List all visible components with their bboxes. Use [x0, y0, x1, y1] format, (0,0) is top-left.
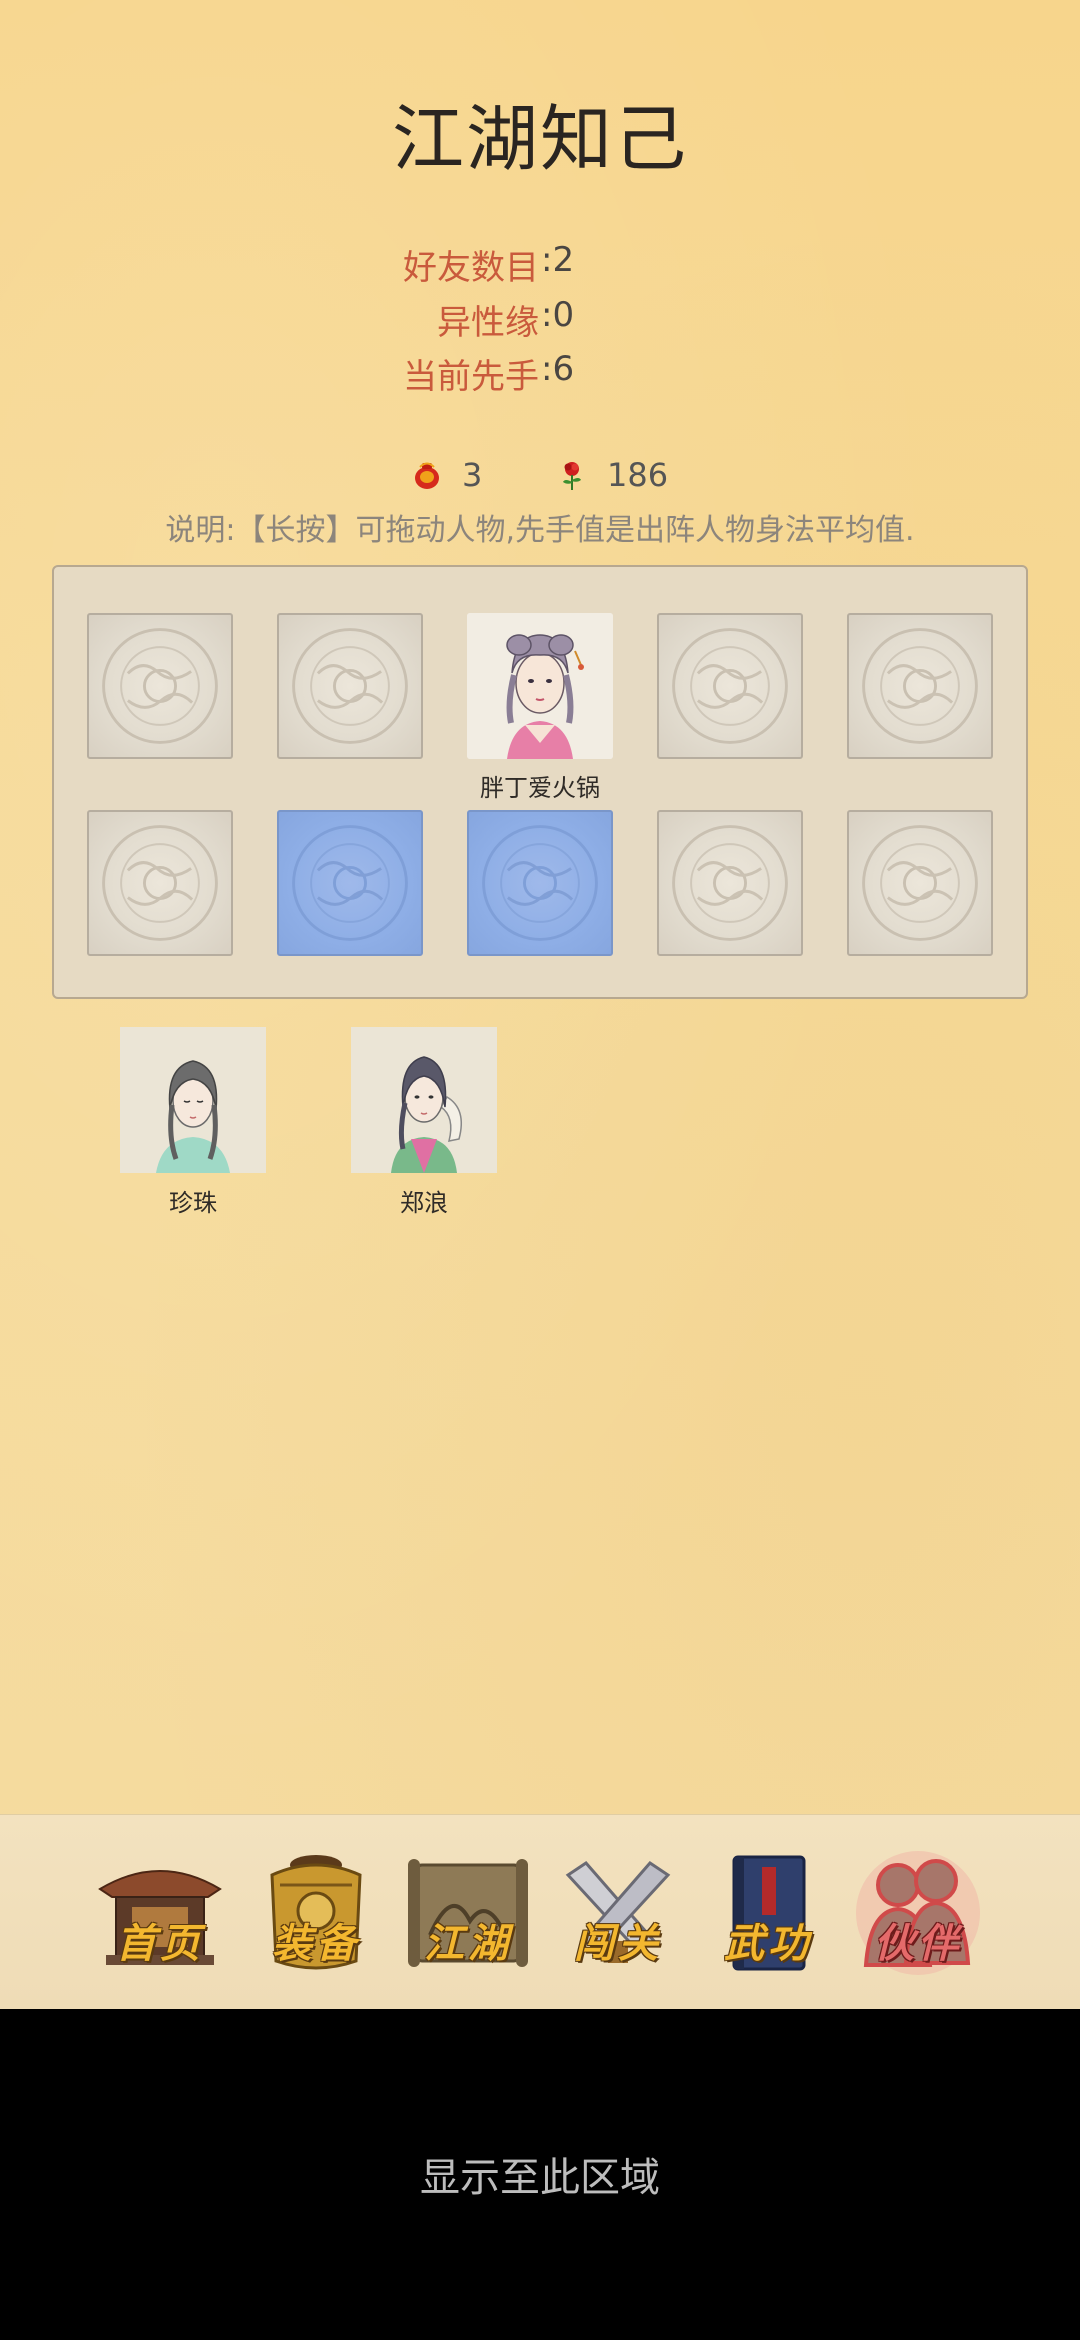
formation-slot[interactable]: [87, 613, 233, 759]
nav-home-button[interactable]: 首页: [92, 1845, 228, 1981]
rose-icon: [563, 462, 581, 490]
nav-label: 闯关: [574, 1920, 662, 1967]
formation-slot[interactable]: [277, 613, 423, 759]
display-area-text: 显示至此区域: [420, 2155, 660, 2201]
stat-friend-count: 好友数目 :2: [0, 240, 1080, 294]
token-counter: 3: [410, 455, 482, 495]
stat-opposite-sex: 异性缘 :0: [0, 295, 1080, 349]
medallion-pattern-icon: [862, 628, 978, 744]
reserve-character-name: 珍珠: [169, 1189, 217, 1217]
nav-label: 武功: [724, 1920, 812, 1967]
formation-slot-occupied[interactable]: [467, 613, 613, 759]
nav-label: 江湖: [424, 1920, 512, 1967]
formation-slot[interactable]: [657, 810, 803, 956]
nav-jianghu-button[interactable]: 江湖: [400, 1845, 536, 1981]
medallion-pattern-icon: [672, 825, 788, 941]
medallion-pattern-icon: [482, 825, 598, 941]
red-pouch-icon: [415, 462, 439, 489]
nav-challenge-button[interactable]: 闯关: [550, 1845, 686, 1981]
bottom-nav: 首页 装备 江湖 闯关 武功 伙伴: [0, 1814, 1080, 2009]
reserve-character-card[interactable]: [120, 1027, 266, 1173]
nav-partners-button[interactable]: 伙伴: [850, 1845, 986, 1981]
medallion-pattern-icon: [292, 628, 408, 744]
formation-slot-highlighted[interactable]: [277, 810, 423, 956]
character-portrait: [120, 1027, 266, 1173]
nav-label: 装备: [272, 1920, 360, 1967]
medallion-pattern-icon: [862, 825, 978, 941]
medallion-pattern-icon: [292, 825, 408, 941]
character-portrait: [467, 613, 613, 759]
character-portrait: [351, 1027, 497, 1173]
stat-label: 好友数目: [403, 248, 539, 288]
token-count: 3: [462, 456, 483, 494]
medallion-pattern-icon: [672, 628, 788, 744]
formation-slot[interactable]: [847, 810, 993, 956]
nav-equipment-button[interactable]: 装备: [248, 1845, 384, 1981]
page-title: 江湖知己: [391, 97, 688, 181]
medallion-pattern-icon: [102, 825, 218, 941]
stat-initiative: 当前先手 :6: [0, 349, 1080, 403]
instructions-text: 说明:【长按】可拖动人物,先手值是出阵人物身法平均值.: [165, 513, 915, 548]
stat-value: :2: [541, 240, 575, 280]
stat-value: :6: [541, 349, 575, 389]
reserve-character-name: 郑浪: [400, 1189, 448, 1217]
nav-label: 伙伴: [874, 1920, 962, 1967]
nav-martial-arts-button[interactable]: 武功: [700, 1845, 836, 1981]
formation-slot[interactable]: [87, 810, 233, 956]
stat-value: :0: [541, 295, 575, 335]
stat-label: 当前先手: [403, 357, 539, 397]
formation-board: 胖丁爱火锅: [52, 565, 1028, 999]
game-page: 江湖知己 好友数目 :2 异性缘 :0 当前先手 :6 3 186 说明:【长按…: [0, 0, 1080, 2009]
nav-label: 首页: [116, 1920, 204, 1967]
rose-counter: 186: [555, 455, 668, 495]
stat-label: 异性缘: [437, 303, 539, 343]
reserve-character-card[interactable]: [351, 1027, 497, 1173]
rose-count: 186: [607, 456, 669, 494]
formation-slot[interactable]: [847, 613, 993, 759]
medallion-pattern-icon: [102, 628, 218, 744]
formation-character-name: 胖丁爱火锅: [480, 774, 600, 802]
formation-slot[interactable]: [657, 613, 803, 759]
formation-slot-highlighted[interactable]: [467, 810, 613, 956]
